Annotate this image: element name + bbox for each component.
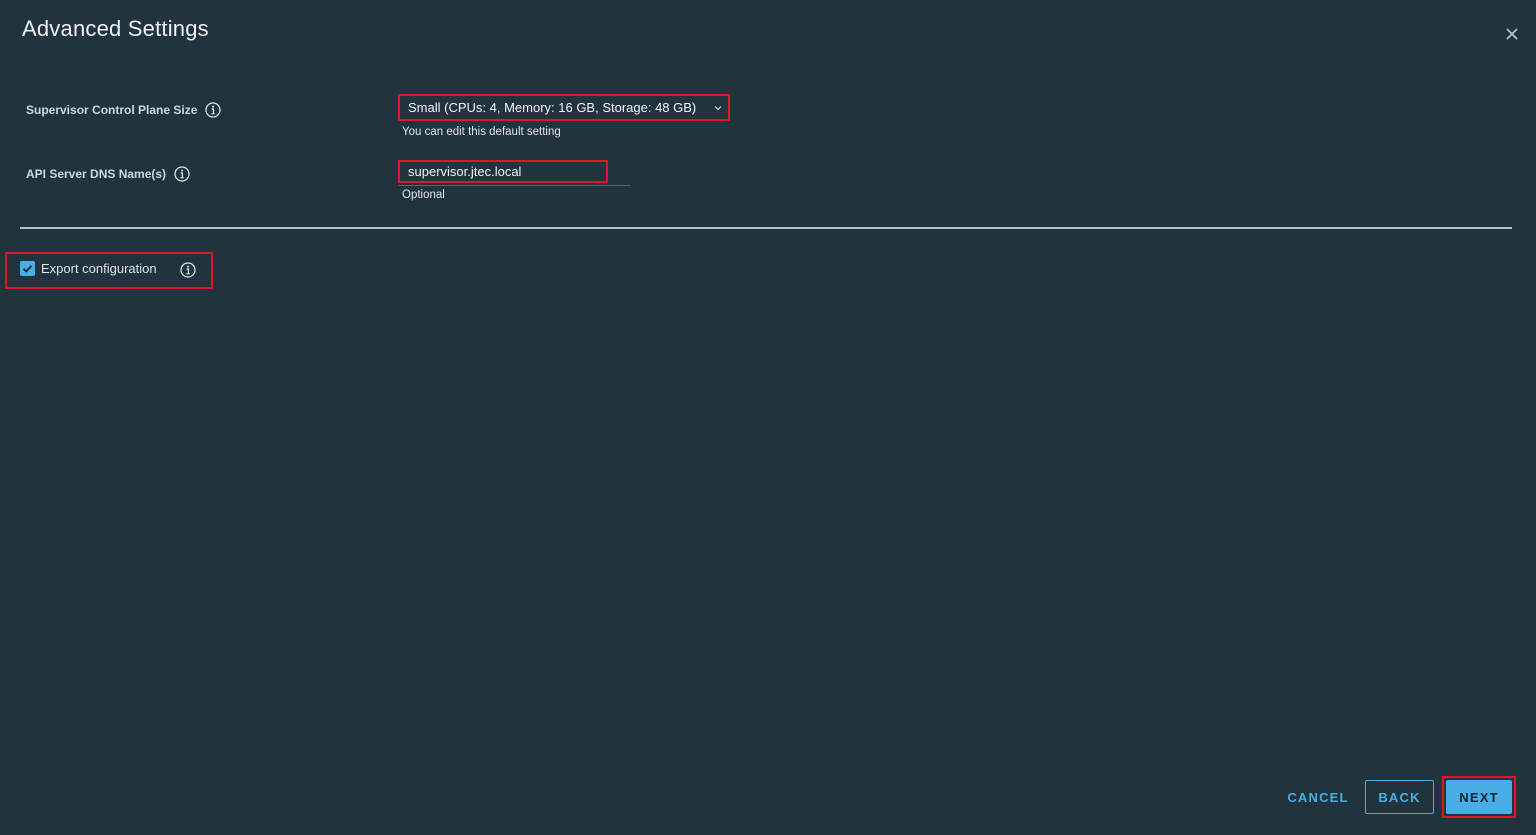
control-plane-size-value: Small (CPUs: 4, Memory: 16 GB, Storage: … [408, 100, 697, 115]
info-icon[interactable] [174, 166, 190, 182]
export-configuration-checkbox[interactable] [20, 261, 35, 276]
control-plane-size-helper: You can edit this default setting [402, 126, 561, 138]
advanced-settings-dialog: Advanced Settings Supervisor Control Pla… [0, 0, 1536, 835]
next-button[interactable]: NEXT [1446, 780, 1512, 814]
api-dns-label-text: API Server DNS Name(s) [26, 167, 167, 181]
back-button[interactable]: BACK [1365, 780, 1434, 814]
api-dns-input-underline [398, 185, 630, 186]
cancel-button[interactable]: CANCEL [1280, 780, 1356, 814]
control-plane-size-label: Supervisor Control Plane Size [26, 102, 222, 118]
control-plane-size-label-text: Supervisor Control Plane Size [26, 103, 198, 117]
info-icon[interactable] [180, 262, 196, 278]
control-plane-size-select[interactable]: Small (CPUs: 4, Memory: 16 GB, Storage: … [398, 94, 730, 121]
checkmark-icon [22, 265, 33, 273]
close-icon [1502, 24, 1522, 44]
api-dns-label: API Server DNS Name(s) [26, 166, 190, 182]
api-dns-helper: Optional [402, 189, 445, 201]
api-dns-value: supervisor.jtec.local [408, 164, 522, 179]
info-icon[interactable] [205, 102, 222, 118]
close-button[interactable] [1502, 24, 1522, 44]
section-divider [20, 227, 1512, 229]
api-dns-input[interactable]: supervisor.jtec.local [398, 160, 608, 183]
export-configuration-label[interactable]: Export configuration [41, 261, 157, 276]
chevron-down-icon [712, 102, 724, 114]
dialog-title: Advanced Settings [22, 16, 209, 41]
